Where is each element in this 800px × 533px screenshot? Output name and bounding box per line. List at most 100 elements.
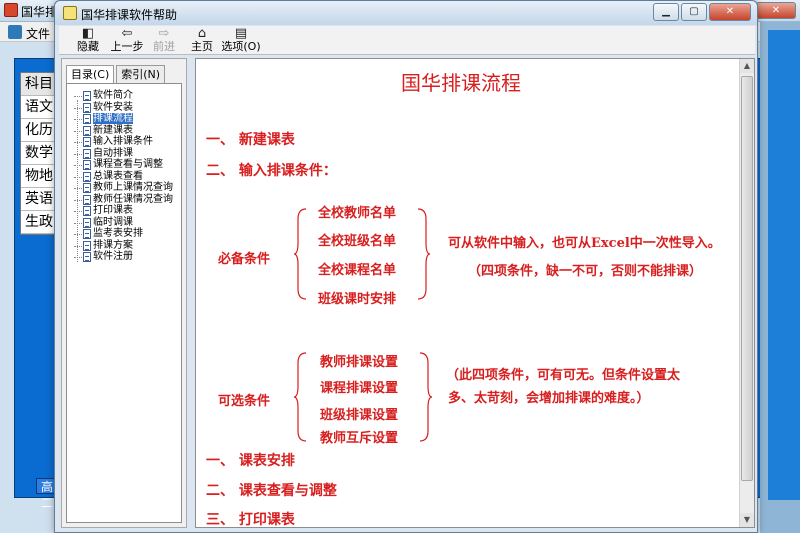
tree-item[interactable]: 临时调课 [71,217,181,229]
document-icon [83,125,91,136]
required-item: 全校班级名单 [318,234,397,249]
subject-cell[interactable]: 生政 [21,211,57,234]
contents-tree-box: 软件简介 软件安装 排课流程 新建课表 输入排课条件 自动排课 课程查看与调整 … [66,83,182,523]
contents-tree: 软件简介 软件安装 排课流程 新建课表 输入排课条件 自动排课 课程查看与调整 … [71,90,181,263]
tree-item[interactable]: 监考表安排 [71,228,181,240]
app-icon [4,3,18,17]
options-icon: ▤ [234,26,248,41]
tree-item-label: 教师任课情况查询 [93,193,173,205]
optional-item: 教师互斥设置 [320,431,399,446]
tree-item-label: 新建课表 [93,124,133,136]
optional-conditions-label: 可选条件 [218,394,271,409]
subject-cell[interactable]: 语文 [21,96,57,119]
required-item: 全校课程名单 [318,263,397,278]
optional-note: （此四项条件，可有可无。但条件设置太 [446,368,681,383]
forward-label: 前进 [153,40,175,53]
document-icon [83,171,91,182]
required-note-detail: （四项条件，缺一不可，否则不能排课） [468,264,703,279]
required-note: 可从软件中输入，也可从Excel中一次性导入。 [448,236,721,251]
document-icon [83,148,91,159]
tree-item-label: 课程查看与调整 [93,159,163,170]
tree-item[interactable]: 输入排课条件 [71,136,181,148]
document-icon [83,252,91,262]
document-icon [83,206,91,216]
home-icon: ⌂ [197,26,207,41]
help-window: 国华排课软件帮助 ▁ ▢ ✕ ◧ 隐藏 ⇦ 上一步 ⇨ 前进 ⌂ 主页 ▤ 选项… [54,0,758,533]
tree-item[interactable]: 软件安装 [71,102,181,114]
section-input-conditions: 二、 输入排课条件： [206,163,337,179]
tab-contents[interactable]: 目录(C) [66,65,115,83]
back-arrow-icon: ⇦ [121,26,133,41]
options-button[interactable]: ▤ 选项(O) [221,27,261,54]
left-brace-icon [294,208,307,300]
page-title: 国华排课流程 [401,71,521,95]
close-button[interactable]: ✕ [756,2,796,19]
optional-item: 课程排课设置 [320,381,399,396]
hide-pane-icon: ◧ [81,26,95,41]
hide-label: 隐藏 [77,40,99,53]
document-icon [83,240,91,251]
tree-item[interactable]: 软件注册 [71,251,181,263]
content-pane: 国华排课流程 一、 新建课表 二、 输入排课条件： 必备条件 全校教师名单 全校… [195,58,755,528]
help-toolbar: ◧ 隐藏 ⇦ 上一步 ⇨ 前进 ⌂ 主页 ▤ 选项(O) [59,26,755,55]
tree-item[interactable]: 软件简介 [71,90,181,102]
optional-note-detail: 多、太苛刻，会增加排课的难度。） [448,391,650,406]
tree-item-label: 临时调课 [93,216,133,228]
scroll-down-icon[interactable]: ▼ [740,513,754,527]
tree-item[interactable]: 自动排课 [71,148,181,160]
document-icon [83,160,91,170]
tree-item[interactable]: 教师上课情况查询 [71,182,181,194]
help-close-button[interactable]: ✕ [709,3,751,21]
help-window-title: 国华排课软件帮助 [81,8,178,22]
help-maximize-button[interactable]: ▢ [681,3,707,21]
required-item: 全校教师名单 [318,206,397,221]
background-right-panel [768,30,800,500]
right-brace-icon [417,208,430,300]
menu-app-icon [8,25,22,39]
scrollbar-thumb[interactable] [741,76,753,481]
tree-item[interactable]: 总课表查看 [71,171,181,183]
section-view-adjust: 二、 课表查看与调整 [206,483,337,499]
tree-item-label: 自动排课 [93,147,133,159]
section-new-timetable: 一、 新建课表 [206,132,295,148]
home-label: 主页 [191,40,213,53]
document-icon [83,217,91,228]
tree-item-label: 总课表查看 [93,170,143,182]
document-icon [83,102,91,113]
document-icon [83,91,91,101]
tree-item[interactable]: 课程查看与调整 [71,159,181,171]
tree-item-selected[interactable]: 排课流程 [71,113,181,125]
tree-item[interactable]: 新建课表 [71,125,181,137]
hide-button[interactable]: ◧ 隐藏 [73,27,103,54]
vertical-scrollbar[interactable]: ▲ ▼ [739,59,754,527]
tab-index[interactable]: 索引(N) [116,65,166,83]
subject-cell[interactable]: 化历 [21,119,57,142]
tree-item-label: 软件注册 [93,251,133,262]
tree-item-label: 教师上课情况查询 [93,182,173,193]
menu-file[interactable]: 文件 [26,25,50,42]
tree-item[interactable]: 教师任课情况查询 [71,194,181,206]
home-button[interactable]: ⌂ 主页 [187,27,217,54]
subject-cell[interactable]: 数学 [21,142,57,165]
optional-item: 班级排课设置 [320,408,399,423]
subject-list: 科目 语文 化历 数学 物地 英语 生政 [20,72,58,235]
tree-item-label: 监考表安排 [93,228,143,239]
left-brace-icon [294,352,307,442]
tree-item-label: 软件安装 [93,101,133,113]
navigation-pane: 目录(C) 索引(N) 软件简介 软件安装 排课流程 新建课表 输入排课条件 自… [61,58,187,528]
required-conditions-label: 必备条件 [218,252,271,267]
tree-item-label: 输入排课条件 [93,136,153,147]
tree-item[interactable]: 打印课表 [71,205,181,217]
subject-cell[interactable]: 英语 [21,188,57,211]
tree-item-label: 打印课表 [93,205,133,216]
tree-item-label: 软件简介 [93,90,133,101]
scroll-up-icon[interactable]: ▲ [740,59,754,73]
tree-item-label: 排课流程 [93,113,133,124]
subject-cell[interactable]: 物地 [21,165,57,188]
help-titlebar: 国华排课软件帮助 ▁ ▢ ✕ [55,1,757,25]
subject-cell[interactable]: 科目 [21,73,57,96]
forward-button[interactable]: ⇨ 前进 [149,27,179,54]
help-minimize-button[interactable]: ▁ [653,3,679,21]
back-button[interactable]: ⇦ 上一步 [109,27,145,54]
tree-item[interactable]: 排课方案 [71,240,181,252]
